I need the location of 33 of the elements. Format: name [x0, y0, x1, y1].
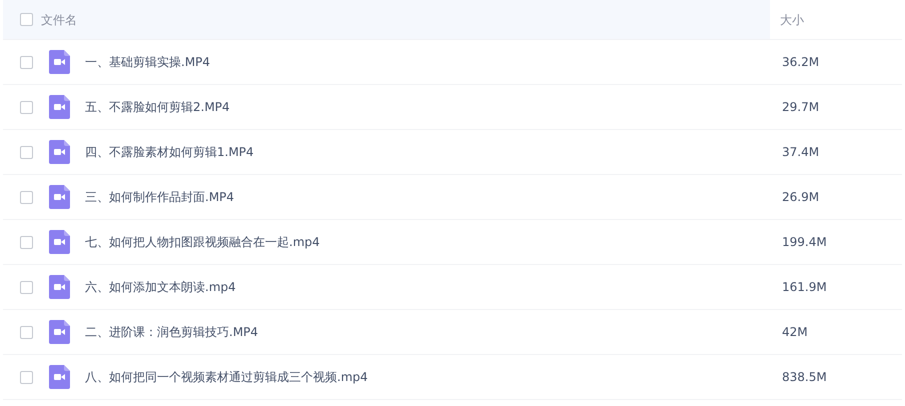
row-checkbox[interactable] — [20, 56, 33, 68]
file-size: 838.5M — [781, 369, 827, 386]
file-size: 36.2M — [781, 54, 820, 71]
row-checkbox[interactable] — [20, 190, 33, 204]
row-checkbox[interactable] — [20, 100, 33, 114]
file-size: 42M — [781, 324, 808, 341]
video-file-icon — [49, 275, 70, 299]
file-name[interactable]: 二、进阶课：润色剪辑技巧.MP4 — [85, 323, 258, 341]
video-file-icon — [49, 365, 70, 389]
row-checkbox[interactable] — [20, 280, 33, 294]
file-name[interactable]: 五、不露脸如何剪辑2.MP4 — [85, 98, 230, 116]
file-name[interactable]: 四、不露脸素材如何剪辑1.MP4 — [85, 143, 254, 161]
row-checkbox[interactable] — [20, 326, 33, 338]
file-size: 37.4M — [781, 144, 820, 161]
file-size: 26.9M — [781, 189, 820, 206]
file-size: 199.4M — [781, 234, 827, 251]
file-name[interactable]: 六、如何添加文本朗读.mp4 — [85, 278, 236, 296]
file-size: 29.7M — [781, 99, 820, 116]
video-file-icon — [49, 50, 70, 74]
file-name[interactable]: 七、如何把人物扣图跟视频融合在一起.mp4 — [85, 233, 320, 251]
select-all-checkbox[interactable] — [20, 13, 33, 26]
row-checkbox[interactable] — [20, 236, 33, 248]
video-file-icon — [49, 320, 70, 344]
video-file-icon — [49, 185, 70, 209]
video-file-icon — [49, 230, 70, 254]
video-file-icon — [49, 140, 70, 164]
row-checkbox[interactable] — [20, 370, 33, 384]
file-name[interactable]: 一、基础剪辑实操.MP4 — [85, 53, 210, 71]
row-checkbox[interactable] — [20, 146, 33, 158]
file-name[interactable]: 八、如何把同一个视频素材通过剪辑成三个视频.mp4 — [85, 368, 368, 386]
file-name[interactable]: 三、如何制作作品封面.MP4 — [85, 188, 234, 206]
file-size: 161.9M — [781, 279, 827, 296]
video-file-icon — [49, 95, 70, 119]
